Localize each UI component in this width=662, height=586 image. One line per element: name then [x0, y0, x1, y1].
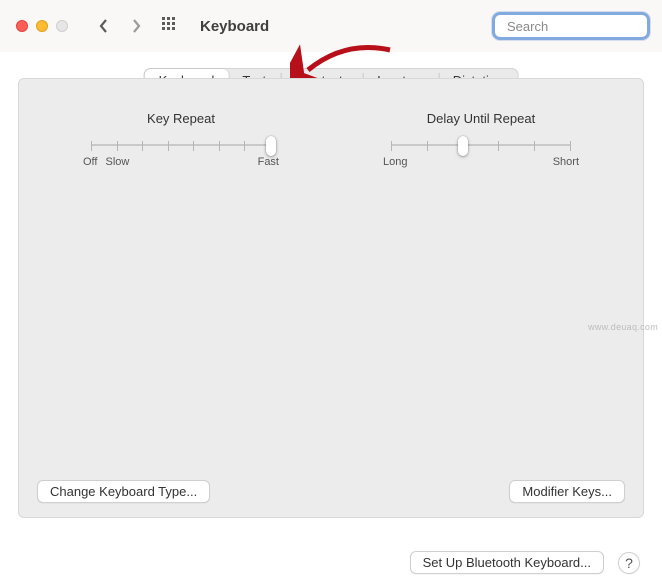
traffic-lights — [16, 20, 68, 32]
close-window-button[interactable] — [16, 20, 28, 32]
forward-button — [124, 12, 148, 40]
watermark-text: www.deuaq.com — [588, 322, 658, 332]
delay-short-label: Short — [553, 156, 579, 168]
zoom-window-button — [56, 20, 68, 32]
key-repeat-off-label: Off — [83, 156, 97, 168]
modifier-keys-button[interactable]: Modifier Keys... — [509, 480, 625, 503]
window-toolbar: Keyboard — [0, 0, 662, 52]
key-repeat-slider[interactable] — [91, 144, 271, 146]
key-repeat-group: Key Repeat Off Slow Fast — [67, 111, 295, 168]
key-repeat-slow-label: Slow — [105, 156, 129, 168]
change-keyboard-type-button[interactable]: Change Keyboard Type... — [37, 480, 210, 503]
key-repeat-knob[interactable] — [266, 136, 276, 156]
show-all-icon[interactable] — [162, 17, 178, 36]
delay-repeat-group: Delay Until Repeat Long Short — [367, 111, 595, 168]
search-input[interactable] — [505, 18, 662, 35]
help-button[interactable]: ? — [618, 552, 640, 574]
minimize-window-button[interactable] — [36, 20, 48, 32]
setup-bluetooth-keyboard-button[interactable]: Set Up Bluetooth Keyboard... — [410, 551, 604, 574]
delay-repeat-slider[interactable] — [391, 144, 571, 146]
search-field[interactable] — [492, 12, 650, 40]
key-repeat-fast-label: Fast — [258, 156, 279, 168]
back-button[interactable] — [92, 12, 116, 40]
delay-repeat-knob[interactable] — [458, 136, 468, 156]
key-repeat-label: Key Repeat — [147, 111, 215, 126]
window-footer: Set Up Bluetooth Keyboard... ? — [0, 551, 662, 574]
delay-repeat-label: Delay Until Repeat — [427, 111, 535, 126]
window-title: Keyboard — [200, 18, 269, 35]
content-panel: Key Repeat Off Slow Fast — [18, 78, 644, 518]
delay-long-label: Long — [383, 156, 407, 168]
